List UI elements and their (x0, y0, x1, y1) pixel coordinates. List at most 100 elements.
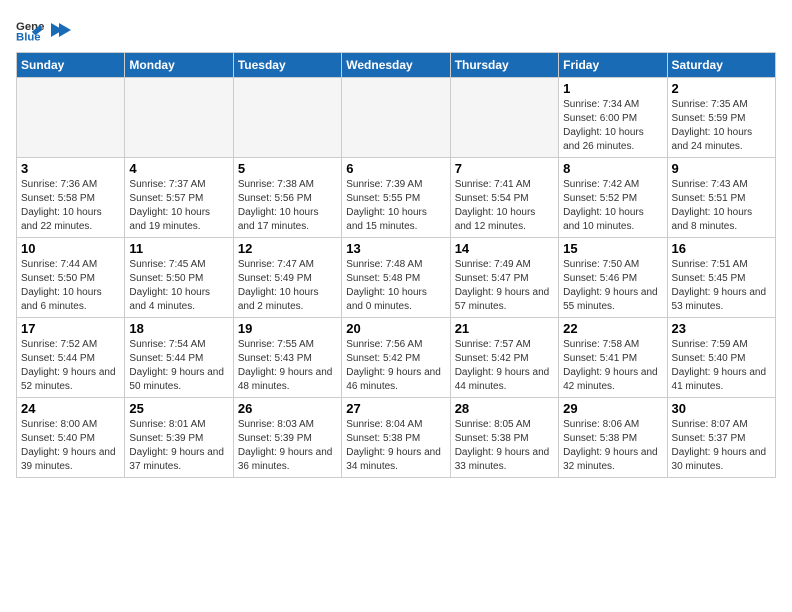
calendar-day-cell: 30 Sunrise: 8:07 AMSunset: 5:37 PMDayligh… (667, 398, 775, 478)
calendar-day-cell: 9 Sunrise: 7:43 AMSunset: 5:51 PMDaylight… (667, 158, 775, 238)
day-number: 14 (455, 241, 554, 256)
calendar-table: SundayMondayTuesdayWednesdayThursdayFrid… (16, 52, 776, 478)
logo-icon: General Blue (16, 16, 44, 44)
calendar-day-cell: 4 Sunrise: 7:37 AMSunset: 5:57 PMDaylight… (125, 158, 233, 238)
calendar-day-cell (342, 78, 450, 158)
day-number: 7 (455, 161, 554, 176)
day-info: Sunrise: 7:38 AMSunset: 5:56 PMDaylight:… (238, 178, 337, 234)
day-number: 16 (672, 241, 771, 256)
day-info: Sunrise: 7:52 AMSunset: 5:44 PMDaylight:… (21, 338, 120, 394)
day-number: 29 (563, 401, 662, 416)
calendar-day-cell: 11 Sunrise: 7:45 AMSunset: 5:50 PMDayligh… (125, 238, 233, 318)
day-info: Sunrise: 7:41 AMSunset: 5:54 PMDaylight:… (455, 178, 554, 234)
calendar-day-cell: 2 Sunrise: 7:35 AMSunset: 5:59 PMDaylight… (667, 78, 775, 158)
day-info: Sunrise: 8:07 AMSunset: 5:37 PMDaylight:… (672, 418, 771, 474)
svg-text:Blue: Blue (16, 32, 41, 44)
day-info: Sunrise: 7:42 AMSunset: 5:52 PMDaylight:… (563, 178, 662, 234)
day-info: Sunrise: 7:34 AMSunset: 6:00 PMDaylight:… (563, 98, 662, 154)
day-number: 23 (672, 321, 771, 336)
day-number: 17 (21, 321, 120, 336)
calendar-day-cell: 19 Sunrise: 7:55 AMSunset: 5:43 PMDayligh… (233, 318, 341, 398)
day-info: Sunrise: 7:44 AMSunset: 5:50 PMDaylight:… (21, 258, 120, 314)
calendar-day-cell: 7 Sunrise: 7:41 AMSunset: 5:54 PMDaylight… (450, 158, 558, 238)
calendar-day-cell: 18 Sunrise: 7:54 AMSunset: 5:44 PMDayligh… (125, 318, 233, 398)
day-number: 4 (129, 161, 228, 176)
day-number: 15 (563, 241, 662, 256)
calendar-day-cell (125, 78, 233, 158)
day-info: Sunrise: 7:48 AMSunset: 5:48 PMDaylight:… (346, 258, 445, 314)
weekday-header: Wednesday (342, 53, 450, 78)
day-info: Sunrise: 8:01 AMSunset: 5:39 PMDaylight:… (129, 418, 228, 474)
calendar-day-cell: 23 Sunrise: 7:59 AMSunset: 5:40 PMDayligh… (667, 318, 775, 398)
weekday-header: Thursday (450, 53, 558, 78)
day-number: 2 (672, 81, 771, 96)
calendar-body: 1 Sunrise: 7:34 AMSunset: 6:00 PMDaylight… (17, 78, 776, 478)
calendar-day-cell: 13 Sunrise: 7:48 AMSunset: 5:48 PMDayligh… (342, 238, 450, 318)
day-info: Sunrise: 7:50 AMSunset: 5:46 PMDaylight:… (563, 258, 662, 314)
day-number: 20 (346, 321, 445, 336)
day-number: 11 (129, 241, 228, 256)
day-info: Sunrise: 7:59 AMSunset: 5:40 PMDaylight:… (672, 338, 771, 394)
weekday-header: Monday (125, 53, 233, 78)
day-number: 13 (346, 241, 445, 256)
day-number: 26 (238, 401, 337, 416)
weekday-header: Tuesday (233, 53, 341, 78)
day-number: 3 (21, 161, 120, 176)
day-number: 24 (21, 401, 120, 416)
calendar-day-cell (450, 78, 558, 158)
calendar-week-row: 1 Sunrise: 7:34 AMSunset: 6:00 PMDaylight… (17, 78, 776, 158)
day-info: Sunrise: 8:05 AMSunset: 5:38 PMDaylight:… (455, 418, 554, 474)
day-info: Sunrise: 7:49 AMSunset: 5:47 PMDaylight:… (455, 258, 554, 314)
day-info: Sunrise: 8:04 AMSunset: 5:38 PMDaylight:… (346, 418, 445, 474)
calendar-day-cell: 22Sunrise: 7:58 AMSunset: 5:41 PMDayligh… (559, 318, 667, 398)
day-info: Sunrise: 8:00 AMSunset: 5:40 PMDaylight:… (21, 418, 120, 474)
day-info: Sunrise: 8:03 AMSunset: 5:39 PMDaylight:… (238, 418, 337, 474)
day-info: Sunrise: 7:56 AMSunset: 5:42 PMDaylight:… (346, 338, 445, 394)
calendar-day-cell: 5Sunrise: 7:38 AMSunset: 5:56 PMDaylight… (233, 158, 341, 238)
logo-arrow-icon (49, 21, 71, 39)
calendar-day-cell (233, 78, 341, 158)
weekday-header-row: SundayMondayTuesdayWednesdayThursdayFrid… (17, 53, 776, 78)
day-number: 22 (563, 321, 662, 336)
day-number: 27 (346, 401, 445, 416)
weekday-header: Friday (559, 53, 667, 78)
calendar-day-cell: 29 Sunrise: 8:06 AMSunset: 5:38 PMDayligh… (559, 398, 667, 478)
calendar-day-cell: 21 Sunrise: 7:57 AMSunset: 5:42 PMDayligh… (450, 318, 558, 398)
calendar-day-cell: 26 Sunrise: 8:03 AMSunset: 5:39 PMDayligh… (233, 398, 341, 478)
day-info: Sunrise: 7:39 AMSunset: 5:55 PMDaylight:… (346, 178, 445, 234)
day-number: 6 (346, 161, 445, 176)
day-number: 28 (455, 401, 554, 416)
day-number: 1 (563, 81, 662, 96)
day-number: 9 (672, 161, 771, 176)
day-info: Sunrise: 7:45 AMSunset: 5:50 PMDaylight:… (129, 258, 228, 314)
calendar-day-cell: 1 Sunrise: 7:34 AMSunset: 6:00 PMDaylight… (559, 78, 667, 158)
calendar-day-cell: 14 Sunrise: 7:49 AMSunset: 5:47 PMDayligh… (450, 238, 558, 318)
calendar-day-cell: 15 Sunrise: 7:50 AMSunset: 5:46 PMDayligh… (559, 238, 667, 318)
day-info: Sunrise: 7:35 AMSunset: 5:59 PMDaylight:… (672, 98, 771, 154)
day-info: Sunrise: 7:57 AMSunset: 5:42 PMDaylight:… (455, 338, 554, 394)
day-info: Sunrise: 7:55 AMSunset: 5:43 PMDaylight:… (238, 338, 337, 394)
day-info: Sunrise: 7:51 AMSunset: 5:45 PMDaylight:… (672, 258, 771, 314)
day-number: 19 (238, 321, 337, 336)
calendar-week-row: 24 Sunrise: 8:00 AMSunset: 5:40 PMDayligh… (17, 398, 776, 478)
day-info: Sunrise: 7:37 AMSunset: 5:57 PMDaylight:… (129, 178, 228, 234)
day-number: 30 (672, 401, 771, 416)
calendar-day-cell: 10 Sunrise: 7:44 AMSunset: 5:50 PMDayligh… (17, 238, 125, 318)
day-number: 10 (21, 241, 120, 256)
calendar-week-row: 3 Sunrise: 7:36 AMSunset: 5:58 PMDaylight… (17, 158, 776, 238)
calendar-day-cell: 6 Sunrise: 7:39 AMSunset: 5:55 PMDaylight… (342, 158, 450, 238)
calendar-day-cell (17, 78, 125, 158)
day-info: Sunrise: 7:36 AMSunset: 5:58 PMDaylight:… (21, 178, 120, 234)
calendar-week-row: 17 Sunrise: 7:52 AMSunset: 5:44 PMDayligh… (17, 318, 776, 398)
calendar-day-cell: 25Sunrise: 8:01 AMSunset: 5:39 PMDayligh… (125, 398, 233, 478)
day-info: Sunrise: 8:06 AMSunset: 5:38 PMDaylight:… (563, 418, 662, 474)
day-number: 12 (238, 241, 337, 256)
day-number: 18 (129, 321, 228, 336)
day-info: Sunrise: 7:43 AMSunset: 5:51 PMDaylight:… (672, 178, 771, 234)
calendar-day-cell: 20 Sunrise: 7:56 AMSunset: 5:42 PMDayligh… (342, 318, 450, 398)
day-number: 21 (455, 321, 554, 336)
calendar-day-cell: 12Sunrise: 7:47 AMSunset: 5:49 PMDayligh… (233, 238, 341, 318)
day-info: Sunrise: 7:54 AMSunset: 5:44 PMDaylight:… (129, 338, 228, 394)
weekday-header: Saturday (667, 53, 775, 78)
logo: General Blue (16, 16, 72, 44)
